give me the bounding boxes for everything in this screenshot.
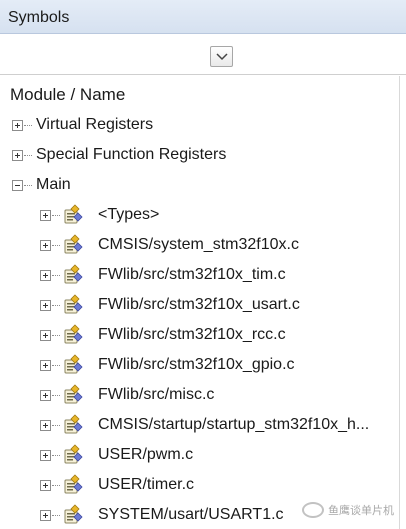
tree-connector (52, 365, 60, 366)
collapse-minus-icon[interactable] (12, 180, 23, 191)
tree-connector (52, 455, 60, 456)
expand-plus-icon[interactable] (40, 360, 51, 371)
module-icon (62, 294, 84, 316)
tree-item-label: CMSIS/system_stm32f10x.c (98, 236, 299, 253)
tree-item-main[interactable]: Main (0, 171, 399, 201)
expand-plus-icon[interactable] (40, 240, 51, 251)
symbols-toolbar (0, 35, 406, 75)
tree-connector (24, 125, 32, 126)
tree-item-label: <Types> (98, 206, 160, 223)
expand-plus-icon[interactable] (12, 150, 23, 161)
expand-plus-icon[interactable] (40, 390, 51, 401)
tree-item-label: CMSIS/startup/startup_stm32f10x_h... (98, 416, 370, 433)
tree-item-module[interactable]: CMSIS/startup/startup_stm32f10x_h... (0, 411, 399, 441)
expand-plus-icon[interactable] (40, 330, 51, 341)
tree-connector (52, 215, 60, 216)
tree-connector (52, 485, 60, 486)
tree-item-label: SYSTEM/usart/USART1.c (98, 506, 284, 523)
tree-item-label: USER/pwm.c (98, 446, 194, 463)
tree-item-label: Virtual Registers (36, 116, 154, 133)
watermark-text: 鱼鹰谈单片机 (328, 505, 394, 517)
watermark: 鱼鹰谈单片机 (302, 500, 406, 522)
tree-item-label: Main (36, 176, 71, 193)
module-icon (62, 414, 84, 436)
column-divider[interactable] (399, 76, 400, 529)
expand-plus-icon[interactable] (40, 300, 51, 311)
tree-item-module[interactable]: <Types> (0, 201, 399, 231)
tree-connector (52, 515, 60, 516)
tree-item-label: USER/timer.c (98, 476, 195, 493)
expand-plus-icon[interactable] (40, 210, 51, 221)
tree-item-special-function-registers[interactable]: Special Function Registers (0, 141, 399, 171)
chevron-down-icon (216, 53, 228, 61)
tree-item-module[interactable]: FWlib/src/stm32f10x_gpio.c (0, 351, 399, 381)
wechat-logo-icon (302, 502, 324, 518)
tree-item-label: FWlib/src/stm32f10x_usart.c (98, 296, 300, 313)
tree-connector (52, 275, 60, 276)
tree-connector (52, 305, 60, 306)
module-icon (62, 234, 84, 256)
tree-connector (24, 155, 32, 156)
module-icon (62, 324, 84, 346)
module-icon (62, 444, 84, 466)
expand-plus-icon[interactable] (40, 420, 51, 431)
tree-item-label: FWlib/src/stm32f10x_gpio.c (98, 356, 295, 373)
expand-plus-icon[interactable] (40, 510, 51, 521)
module-icon (62, 384, 84, 406)
expand-plus-icon[interactable] (12, 120, 23, 131)
tree-item-module[interactable]: FWlib/src/stm32f10x_usart.c (0, 291, 399, 321)
symbols-panel-header: Symbols (0, 0, 406, 34)
tree-item-module[interactable]: FWlib/src/stm32f10x_rcc.c (0, 321, 399, 351)
tree-item-label: FWlib/src/misc.c (98, 386, 215, 403)
tree-connector (24, 185, 32, 186)
tree-item-module[interactable]: CMSIS/system_stm32f10x.c (0, 231, 399, 261)
tree-connector (52, 425, 60, 426)
tree-item-module[interactable]: FWlib/src/misc.c (0, 381, 399, 411)
module-icon (62, 204, 84, 226)
module-icon (62, 264, 84, 286)
module-icon (62, 504, 84, 526)
tree-item-label: FWlib/src/stm32f10x_tim.c (98, 266, 286, 283)
module-icon (62, 354, 84, 376)
dropdown-button[interactable] (210, 46, 233, 67)
tree-connector (52, 395, 60, 396)
symbols-tree: Module / Name Virtual Registers Special … (0, 76, 406, 529)
tree-item-label: FWlib/src/stm32f10x_rcc.c (98, 326, 286, 343)
tree-item-module[interactable]: USER/pwm.c (0, 441, 399, 471)
panel-title: Symbols (8, 9, 70, 26)
tree-connector (52, 245, 60, 246)
tree-item-module[interactable]: FWlib/src/stm32f10x_tim.c (0, 261, 399, 291)
tree-item-label: Special Function Registers (36, 146, 227, 163)
tree-item-module[interactable]: USER/timer.c (0, 471, 399, 501)
tree-connector (52, 335, 60, 336)
column-header-module-name[interactable]: Module / Name (10, 85, 125, 105)
tree-item-virtual-registers[interactable]: Virtual Registers (0, 111, 399, 141)
expand-plus-icon[interactable] (40, 450, 51, 461)
module-icon (62, 474, 84, 496)
expand-plus-icon[interactable] (40, 480, 51, 491)
expand-plus-icon[interactable] (40, 270, 51, 281)
